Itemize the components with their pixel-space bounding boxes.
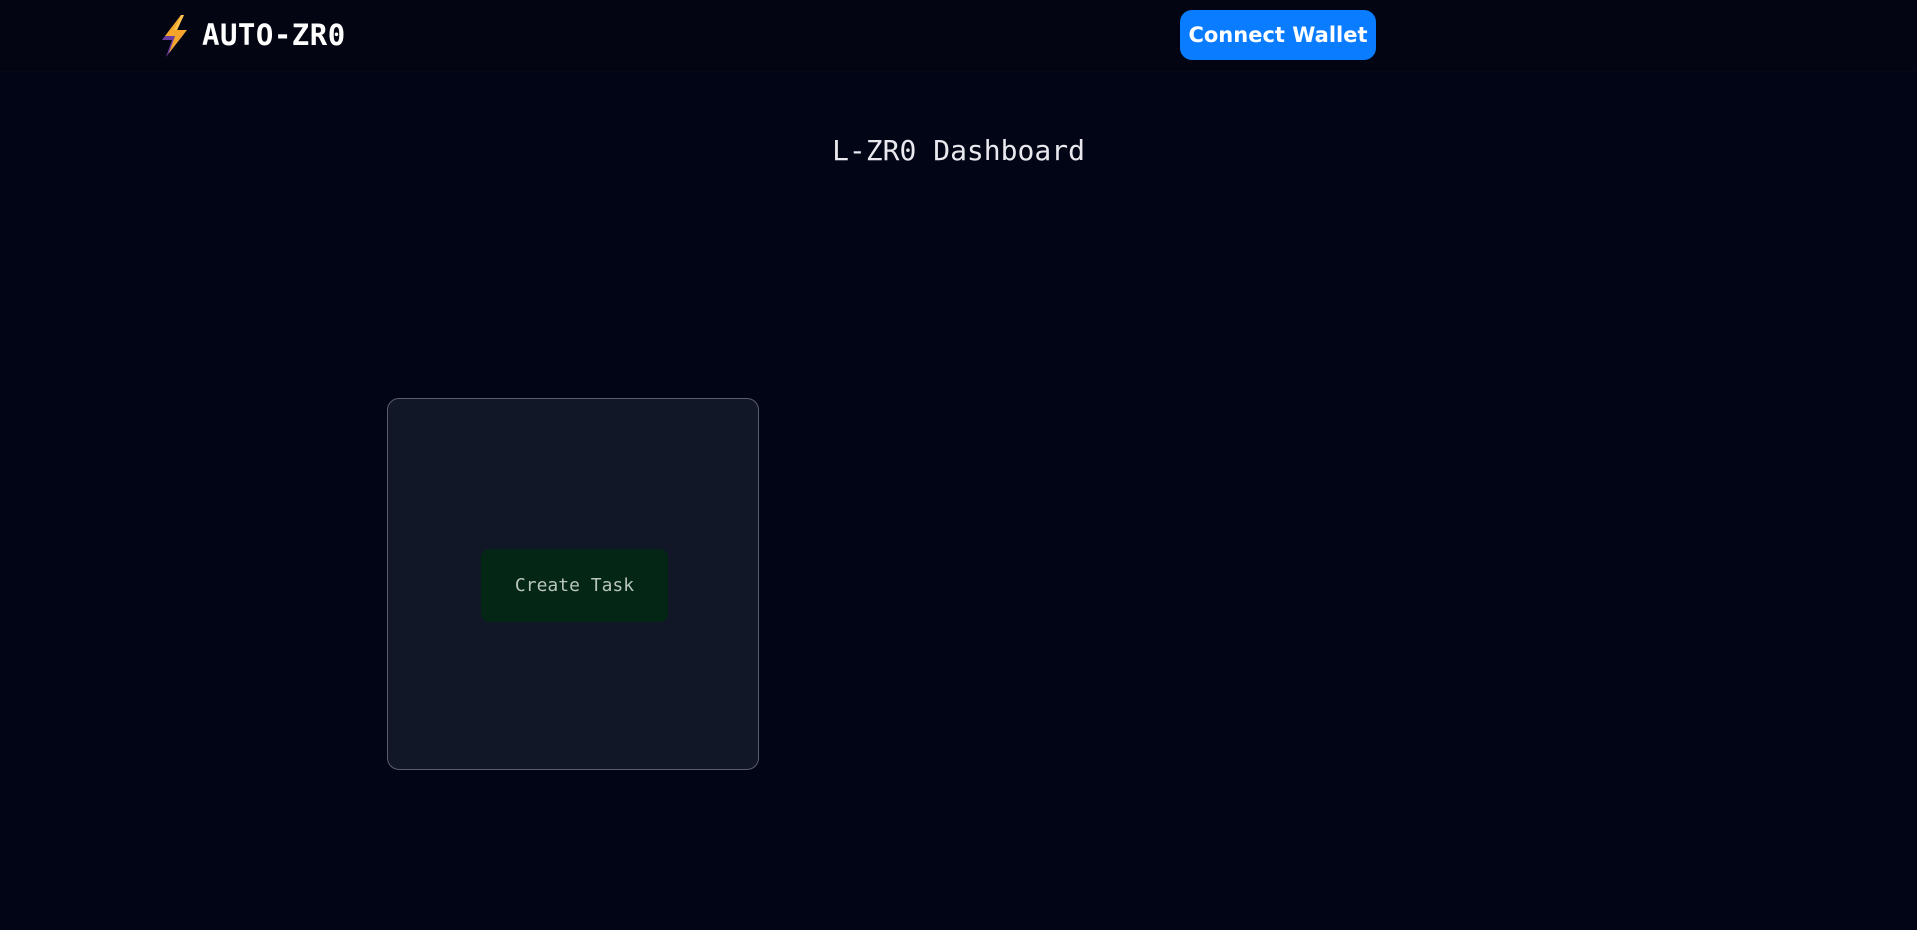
brand-name: AUTO-ZR0 bbox=[202, 17, 346, 52]
top-navigation-bar: AUTO-ZR0 Connect Wallet bbox=[0, 0, 1917, 71]
page-title: L-ZR0 Dashboard bbox=[832, 134, 1085, 167]
task-card: Create Task bbox=[387, 398, 759, 770]
brand-logo[interactable]: AUTO-ZR0 bbox=[154, 13, 346, 57]
create-task-button[interactable]: Create Task bbox=[481, 549, 668, 622]
connect-wallet-button[interactable]: Connect Wallet bbox=[1180, 10, 1376, 60]
lightning-bolt-icon bbox=[162, 15, 187, 57]
